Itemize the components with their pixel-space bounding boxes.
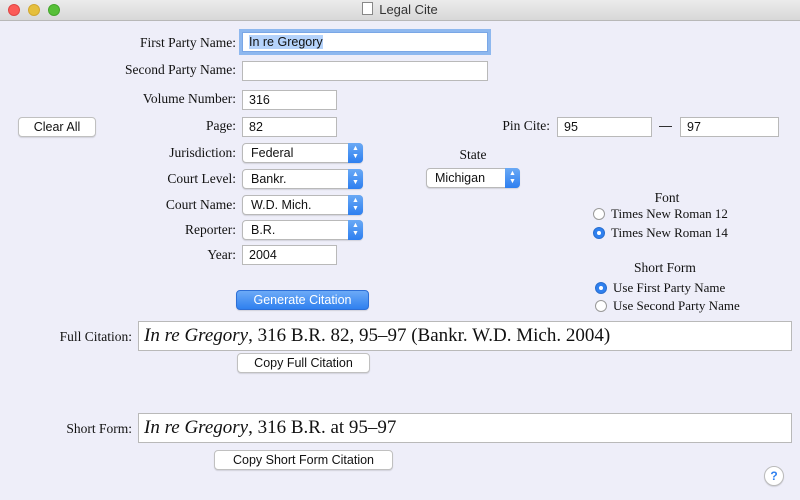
full-citation-output[interactable]: In re Gregory, 316 B.R. 82, 95–97 (Bankr… [138,321,792,351]
year-label: Year: [207,247,236,262]
help-button[interactable]: ? [764,466,784,486]
second-party-input[interactable] [242,61,488,81]
copy-short-form-button[interactable]: Copy Short Form Citation [214,450,393,470]
state-select[interactable]: Michigan ▲ ▼ [426,168,520,188]
use-second-party-radio[interactable] [595,300,607,312]
chevron-up-down-icon: ▲ ▼ [348,143,363,163]
reporter-label: Reporter: [185,222,236,237]
use-first-party-radio[interactable] [595,282,607,294]
court-level-value: Bankr. [251,172,287,186]
jurisdiction-select[interactable]: Federal ▲ ▼ [242,143,363,163]
court-name-select[interactable]: W.D. Mich. ▲ ▼ [242,195,363,215]
short-form-label: Short Form: [66,421,132,436]
reporter-value: B.R. [251,223,276,237]
page-input[interactable]: 82 [242,117,337,137]
chevron-up-down-icon: ▲ ▼ [348,169,363,189]
chevron-up-down-icon: ▲ ▼ [348,195,363,215]
pin-cite-from-input[interactable]: 95 [557,117,652,137]
volume-label: Volume Number: [142,91,236,106]
court-name-value: W.D. Mich. [251,198,312,212]
jurisdiction-label: Jurisdiction: [169,145,236,160]
use-second-party-label[interactable]: Use Second Party Name [613,298,740,314]
font-option-12-radio[interactable] [593,208,605,220]
title-bar: Legal Cite [0,0,800,21]
full-citation-rest: , 316 B.R. 82, 95–97 (Bankr. W.D. Mich. … [248,325,611,346]
generate-citation-button[interactable]: Generate Citation [236,290,369,310]
short-citation-rest: , 316 B.R. at 95–97 [248,417,397,438]
short-citation-output[interactable]: In re Gregory, 316 B.R. at 95–97 [138,413,792,443]
short-citation-case-name: In re Gregory [144,417,249,438]
font-option-12-label[interactable]: Times New Roman 12 [611,206,728,222]
first-party-label: First Party Name: [140,35,236,50]
document-icon [362,2,374,15]
court-level-label: Court Level: [167,171,236,186]
clear-all-button[interactable]: Clear All [18,117,96,137]
page-label: Page: [206,118,236,133]
court-name-label: Court Name: [165,197,236,212]
court-level-select[interactable]: Bankr. ▲ ▼ [242,169,363,189]
first-party-value: In re Gregory [249,35,323,49]
pin-cite-label: Pin Cite: [502,118,550,133]
font-option-14-radio[interactable] [593,227,605,239]
short-form-group-title: Short Form [634,260,696,275]
first-party-input[interactable]: In re Gregory [242,32,488,52]
window-title: Legal Cite [0,2,800,17]
state-value: Michigan [435,171,486,185]
copy-full-citation-button[interactable]: Copy Full Citation [237,353,370,373]
pin-cite-to-input[interactable]: 97 [680,117,779,137]
volume-input[interactable]: 316 [242,90,337,110]
chevron-up-down-icon: ▲ ▼ [505,168,520,188]
font-group-title: Font [654,190,680,205]
chevron-up-down-icon: ▲ ▼ [348,220,363,240]
font-option-14-label[interactable]: Times New Roman 14 [611,225,728,241]
window-title-text: Legal Cite [379,2,438,17]
pin-cite-dash: — [659,118,672,133]
full-citation-case-name: In re Gregory [144,325,249,346]
full-citation-label: Full Citation: [59,329,132,344]
use-first-party-label[interactable]: Use First Party Name [613,280,725,296]
year-input[interactable]: 2004 [242,245,337,265]
reporter-select[interactable]: B.R. ▲ ▼ [242,220,363,240]
jurisdiction-value: Federal [251,146,294,160]
state-label: State [459,147,487,162]
second-party-label: Second Party Name: [125,62,236,77]
